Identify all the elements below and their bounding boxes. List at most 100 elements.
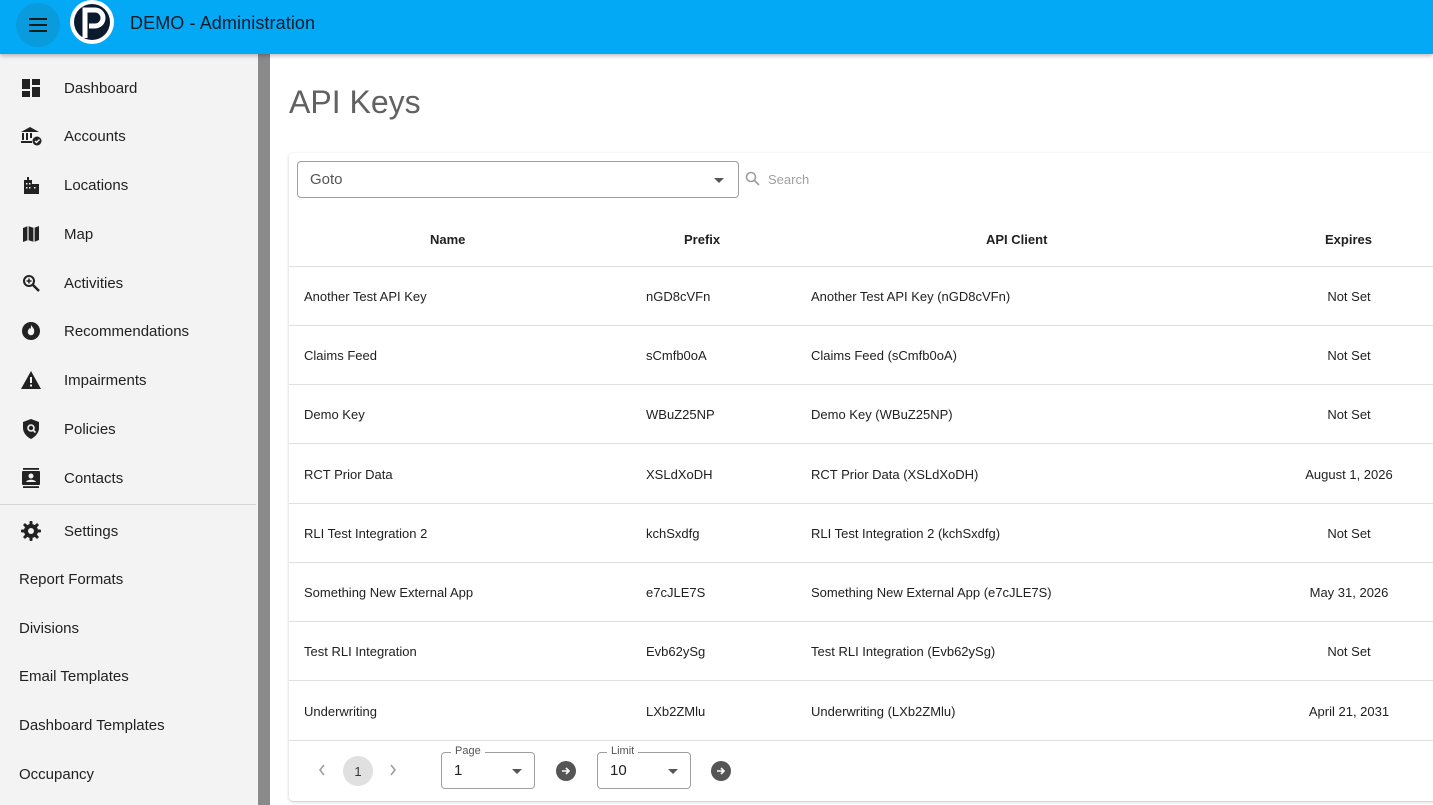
contacts-icon [20,467,42,489]
column-header-expires[interactable]: Expires [1325,232,1372,247]
arrow-right-icon [562,767,571,775]
go-to-page-button[interactable] [556,761,576,781]
sidebar-item-label: Locations [64,176,129,194]
cell-api-client: Another Test API Key (nGD8cVFn) [811,289,1011,304]
warning-icon [20,369,42,391]
cell-name: Test RLI Integration [304,644,417,659]
page-select-label: Page [451,745,485,757]
cell-prefix: sCmfb0oA [646,348,707,363]
sidebar-item-locations[interactable]: Locations [0,162,256,208]
cell-name: Underwriting [304,704,377,719]
sidebar-item-settings[interactable]: Settings [0,508,256,554]
cell-prefix: nGD8cVFn [646,289,711,304]
sidebar-item-divisions[interactable]: Divisions [19,620,79,637]
cell-expires: Not Set [1327,407,1371,422]
buildings-icon [20,174,42,196]
sidebar-item-impairments[interactable]: Impairments [0,357,256,403]
shield-search-icon [20,418,42,440]
sidebar-item-contacts[interactable]: Contacts [0,455,256,501]
arrow-right-icon [717,767,726,775]
table-row[interactable]: Underwriting LXb2ZMlu Underwriting (LXb2… [289,682,1433,741]
cell-prefix: Evb62ySg [646,644,706,659]
menu-button[interactable] [16,3,60,47]
sidebar-item-label: Contacts [64,469,124,487]
page-select-value: 1 [454,762,463,779]
cell-api-client: Something New External App (e7cJLE7S) [811,585,1052,600]
dashboard-icon [20,77,42,99]
sidebar-item-map[interactable]: Map [0,211,256,257]
cell-name: Claims Feed [304,348,377,363]
next-page-button[interactable] [388,763,398,782]
app-title: DEMO - Administration [130,13,316,33]
sidebar-item-accounts[interactable]: Accounts [0,113,256,159]
apply-limit-button[interactable] [711,761,731,781]
chevron-left-icon [318,764,325,776]
cell-name: Something New External App [304,585,474,600]
column-header-api-client[interactable]: API Client [986,232,1047,247]
sidebar-item-activities[interactable]: Activities [0,260,256,306]
caret-down-icon [714,178,724,183]
sidebar-item-label: Impairments [64,371,147,389]
app-logo [68,0,116,48]
cell-prefix: LXb2ZMlu [646,704,706,719]
page-select[interactable]: Page 1 [441,745,535,789]
cell-expires: Not Set [1327,526,1371,541]
search-input[interactable] [768,168,1068,190]
cell-name: RLI Test Integration 2 [304,526,428,541]
cell-expires: Not Set [1327,644,1371,659]
hamburger-icon [29,18,47,32]
table-row[interactable]: Another Test API Key nGD8cVFn Another Te… [289,267,1433,326]
limit-select-label: Limit [607,745,639,757]
cell-name: RCT Prior Data [304,467,393,482]
table-row[interactable]: RLI Test Integration 2 kchSxdfg RLI Test… [289,504,1433,563]
cell-expires: May 31, 2026 [1309,585,1389,600]
page-number-button[interactable]: 1 [343,756,373,786]
chevron-right-icon [390,764,397,776]
cell-expires: Not Set [1327,348,1371,363]
table-row[interactable]: Something New External App e7cJLE7S Some… [289,563,1433,622]
sidebar-item-dashboard[interactable]: Dashboard [0,65,256,111]
sidebar-item-label: Accounts [64,127,126,145]
cell-api-client: Demo Key (WBuZ25NP) [811,407,953,422]
table-row[interactable]: Claims Feed sCmfb0oA Claims Feed (sCmfb0… [289,326,1433,385]
sidebar-item-recommendations[interactable]: Recommendations [0,308,256,354]
cell-prefix: WBuZ25NP [646,407,715,422]
previous-page-button[interactable] [317,763,327,782]
sidebar-item-label: Recommendations [64,322,190,340]
cell-name: Another Test API Key [304,289,427,304]
cell-prefix: XSLdXoDH [646,467,713,482]
caret-down-icon [512,769,522,774]
sidebar-item-label: Dashboard [64,79,138,97]
sidebar-item-email-templates[interactable]: Email Templates [19,668,129,685]
sidebar-item-report-formats[interactable]: Report Formats [19,571,123,588]
cell-api-client: Claims Feed (sCmfb0oA) [811,348,957,363]
goto-select-value: Goto [310,171,343,188]
sidebar-item-occupancy[interactable]: Occupancy [19,766,94,783]
bank-check-icon [20,125,42,147]
sidebar-scrollbar[interactable] [258,54,270,805]
app-bar: DEMO - Administration [0,0,1433,54]
column-header-name[interactable]: Name [430,232,465,247]
sidebar-item-policies[interactable]: Policies [0,406,256,452]
zoom-in-icon [20,272,42,294]
sidebar-item-label: Policies [64,420,116,438]
limit-select[interactable]: Limit 10 [597,745,691,789]
cell-api-client: Underwriting (LXb2ZMlu) [811,704,956,719]
sidebar-item-label: Settings [64,522,119,540]
caret-down-icon [668,769,678,774]
sidebar-item-dashboard-templates[interactable]: Dashboard Templates [19,717,165,734]
page-title: API Keys [289,84,421,120]
cell-api-client: RLI Test Integration 2 (kchSxdfg) [811,526,1001,541]
cell-expires: August 1, 2026 [1305,467,1393,482]
limit-select-value: 10 [610,762,627,779]
goto-select[interactable]: Goto [297,161,739,198]
sidebar-item-label: Map [64,225,94,243]
column-header-prefix[interactable]: Prefix [684,232,720,247]
sidebar-item-label: Activities [64,274,124,292]
flame-badge-icon [20,320,42,342]
cell-api-client: Test RLI Integration (Evb62ySg) [811,644,996,659]
cell-prefix: kchSxdfg [646,526,700,541]
table-row[interactable]: Test RLI Integration Evb62ySg Test RLI I… [289,622,1433,681]
table-row[interactable]: Demo Key WBuZ25NP Demo Key (WBuZ25NP) No… [289,385,1433,444]
table-row[interactable]: RCT Prior Data XSLdXoDH RCT Prior Data (… [289,445,1433,504]
